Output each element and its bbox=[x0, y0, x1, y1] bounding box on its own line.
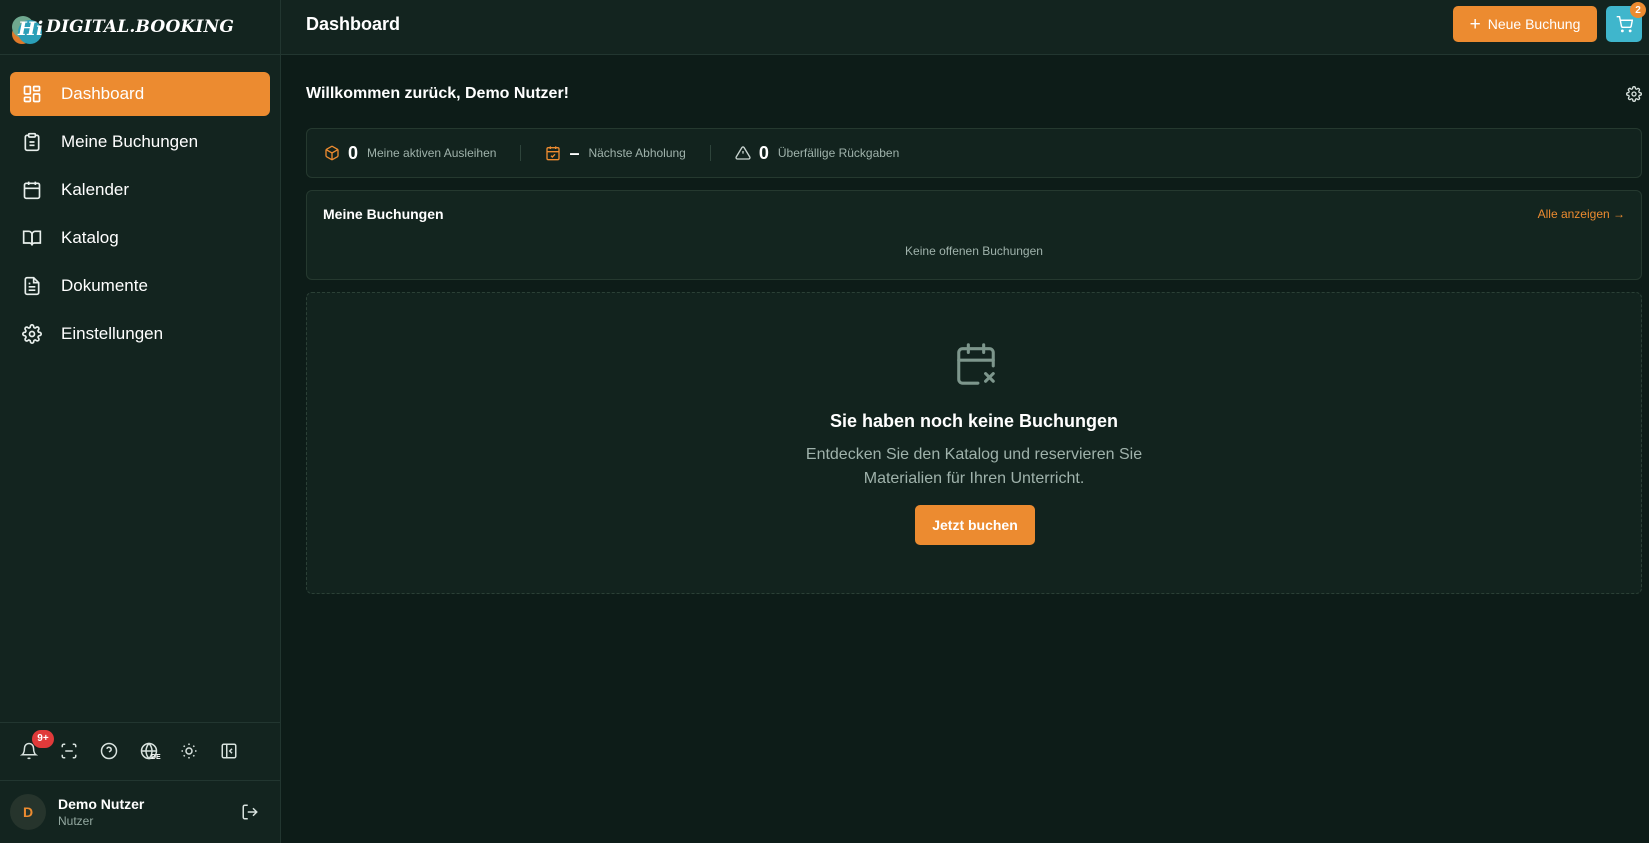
sidebar-item-dashboard[interactable]: Dashboard bbox=[10, 72, 270, 116]
user-name: Demo Nutzer bbox=[58, 796, 145, 812]
no-open-bookings-text: Keine offenen Buchungen bbox=[905, 244, 1043, 258]
sidebar-item-kalender[interactable]: Kalender bbox=[10, 168, 270, 212]
stat-label: Überfällige Rückgaben bbox=[777, 146, 900, 160]
sidebar: Hi DIGITAL.BOOKING Dashboard Meine Buchu… bbox=[0, 0, 281, 843]
stat-label: Meine aktiven Ausleihen bbox=[367, 146, 497, 160]
my-bookings-card: Meine Buchungen Alle anzeigen → Keine of… bbox=[306, 190, 1642, 280]
stat-next-pickup[interactable]: – Nächste Abholung bbox=[545, 142, 686, 164]
empty-state-text-line: Materialien für Ihren Unterricht. bbox=[863, 470, 1085, 487]
notifications-button[interactable]: 9+ bbox=[20, 729, 54, 762]
help-button[interactable] bbox=[100, 742, 120, 762]
cart-icon bbox=[1616, 15, 1633, 32]
sun-icon bbox=[181, 743, 197, 758]
stat-label: Nächste Abholung bbox=[588, 146, 686, 160]
gear-icon bbox=[1626, 86, 1642, 102]
welcome-heading: Willkommen zurück, Demo Nutzer! bbox=[306, 85, 570, 102]
scan-icon bbox=[61, 743, 77, 758]
scan-button[interactable] bbox=[60, 742, 80, 762]
empty-state-text: Entdecken Sie den Katalog und reserviere… bbox=[307, 443, 1641, 491]
calendar-icon bbox=[22, 180, 42, 200]
calendar-x-icon bbox=[953, 341, 999, 387]
page-title: Dashboard bbox=[306, 14, 401, 34]
sidebar-item-label: Einstellungen bbox=[61, 324, 164, 343]
sidebar-item-label: Kalender bbox=[61, 180, 130, 199]
sidebar-tools: 9+ DE bbox=[0, 722, 281, 780]
stat-divider bbox=[520, 145, 522, 161]
empty-state-title: Sie haben noch keine Buchungen bbox=[829, 411, 1119, 431]
collapse-icon bbox=[221, 743, 237, 758]
sidebar-item-dokumente[interactable]: Dokumente bbox=[10, 264, 270, 308]
user-role: Nutzer bbox=[58, 814, 94, 828]
document-icon bbox=[22, 276, 42, 296]
user-info: Demo Nutzer Nutzer bbox=[58, 796, 144, 828]
cart-button[interactable]: 2 bbox=[1606, 2, 1646, 42]
help-icon bbox=[100, 742, 118, 759]
calendar-check-icon bbox=[546, 146, 561, 161]
box-icon bbox=[325, 145, 339, 161]
language-code: DE bbox=[151, 753, 161, 761]
logout-icon bbox=[242, 804, 258, 820]
stat-value: 0 bbox=[348, 142, 359, 163]
logo-text: DIGITAL.BOOKING bbox=[46, 17, 235, 37]
new-booking-button[interactable]: + Neue Buchung bbox=[1453, 6, 1597, 42]
logo-mark-text: Hi bbox=[18, 18, 44, 40]
stat-divider bbox=[709, 145, 711, 161]
avatar[interactable]: D bbox=[10, 794, 46, 830]
book-now-button[interactable]: Jetzt buchen bbox=[915, 505, 1035, 545]
clipboard-icon bbox=[22, 132, 42, 152]
dashboard-settings-button[interactable] bbox=[1626, 86, 1642, 102]
new-booking-label: Neue Buchung bbox=[1487, 16, 1581, 32]
notifications-badge: 9+ bbox=[32, 729, 54, 748]
sidebar-item-label: Dokumente bbox=[61, 276, 148, 295]
warning-icon bbox=[735, 146, 751, 160]
show-all-link[interactable]: Alle anzeigen → bbox=[1538, 207, 1625, 221]
sidebar-item-katalog[interactable]: Katalog bbox=[10, 216, 270, 260]
plus-icon: + bbox=[1469, 13, 1481, 35]
stat-value: – bbox=[569, 142, 580, 163]
sidebar-item-label: Katalog bbox=[61, 228, 119, 247]
language-button[interactable]: DE bbox=[140, 741, 161, 762]
logo[interactable]: Hi DIGITAL.BOOKING bbox=[0, 0, 280, 55]
sidebar-item-label: Meine Buchungen bbox=[61, 132, 199, 151]
stat-overdue-returns[interactable]: 0 Überfällige Rückgaben bbox=[735, 143, 899, 164]
dashboard-icon bbox=[22, 84, 42, 104]
my-bookings-title: Meine Buchungen bbox=[323, 206, 444, 222]
sidebar-item-meine-buchungen[interactable]: Meine Buchungen bbox=[10, 120, 270, 164]
empty-state-text-line: Entdecken Sie den Katalog und reserviere… bbox=[805, 446, 1143, 463]
gear-icon bbox=[22, 324, 42, 344]
logo-mark: Hi bbox=[12, 10, 46, 44]
cart-count-badge: 2 bbox=[1630, 2, 1646, 18]
theme-toggle[interactable] bbox=[180, 742, 200, 762]
sidebar-nav: Dashboard Meine Buchungen Kalender Katal… bbox=[0, 55, 280, 356]
collapse-sidebar-button[interactable] bbox=[220, 742, 240, 762]
book-icon bbox=[22, 228, 42, 248]
top-header: Dashboard + Neue Buchung 2 bbox=[281, 0, 1649, 55]
empty-state-card: Sie haben noch keine Buchungen Entdecken… bbox=[306, 292, 1642, 594]
sidebar-item-label: Dashboard bbox=[61, 84, 145, 103]
logout-button[interactable] bbox=[241, 803, 259, 821]
sidebar-item-einstellungen[interactable]: Einstellungen bbox=[10, 312, 270, 356]
user-profile: D Demo Nutzer Nutzer bbox=[0, 780, 281, 843]
stat-active-loans[interactable]: 0 Meine aktiven Ausleihen bbox=[324, 143, 496, 164]
stats-bar: 0 Meine aktiven Ausleihen – Nächste Abho… bbox=[306, 128, 1642, 178]
stat-value: 0 bbox=[758, 142, 769, 163]
